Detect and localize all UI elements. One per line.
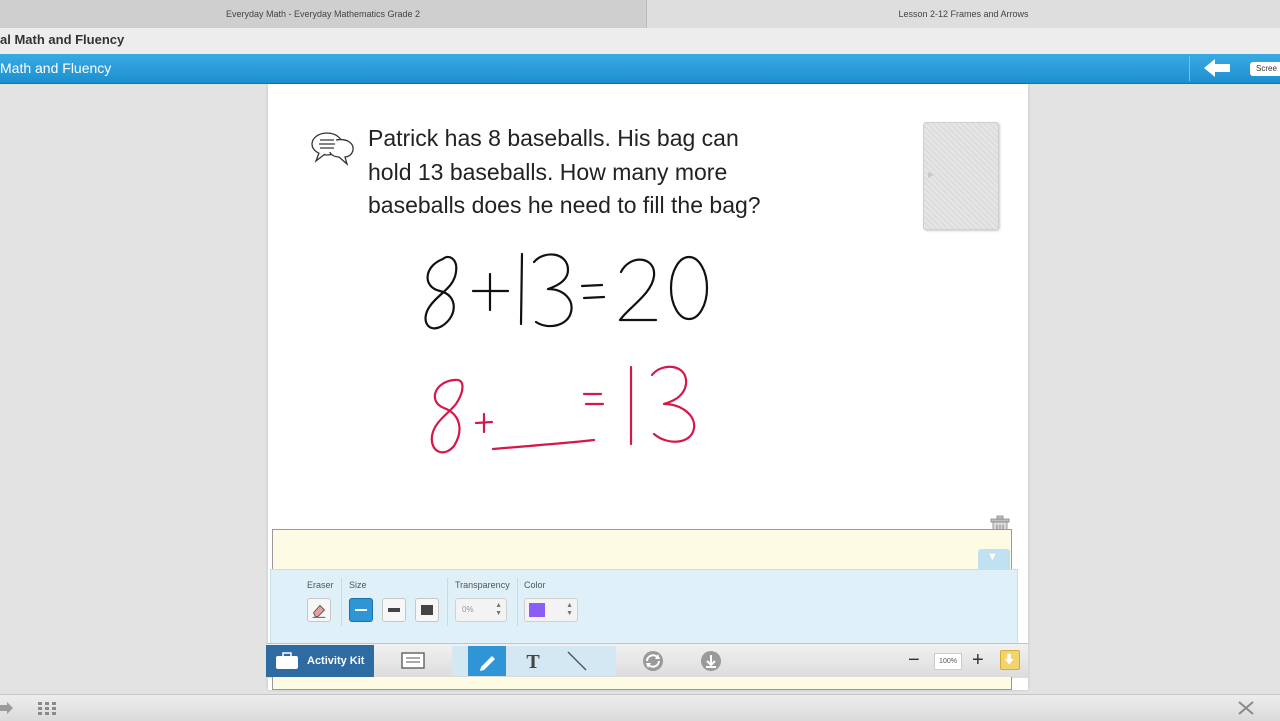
size-large-button[interactable] bbox=[415, 598, 439, 622]
window-title: al Math and Fluency bbox=[0, 32, 125, 47]
thin-line-icon bbox=[355, 609, 367, 611]
chevron-down-icon: ▼ bbox=[987, 551, 998, 563]
line-tool-icon[interactable] bbox=[562, 646, 592, 676]
eraser-icon bbox=[312, 604, 326, 618]
download-arrow-icon bbox=[1004, 653, 1014, 665]
text-tool-icon[interactable]: T bbox=[518, 646, 548, 676]
divider bbox=[447, 578, 448, 626]
activity-kit-button[interactable]: Activity Kit bbox=[266, 645, 374, 677]
pencil-icon bbox=[480, 656, 495, 671]
color-label: Color bbox=[524, 580, 546, 590]
header-title: Math and Fluency bbox=[0, 60, 112, 76]
collapse-toolbar-button[interactable]: ▼ bbox=[978, 549, 1010, 569]
eraser-group: Eraser bbox=[307, 580, 334, 594]
zoom-out-icon[interactable]: − bbox=[908, 649, 920, 671]
ink-drawing-layer[interactable] bbox=[268, 84, 1028, 524]
divider bbox=[517, 578, 518, 626]
pen-tools-panel: Eraser Size Transparency 0% ▲ ▼ Color ▲ ▼ bbox=[270, 569, 1018, 645]
color-swatch bbox=[529, 603, 545, 617]
screen-button[interactable]: Scree bbox=[1250, 62, 1280, 76]
transparency-value: 0% bbox=[462, 605, 474, 614]
download-circle-icon[interactable] bbox=[696, 646, 726, 676]
refresh-icon[interactable] bbox=[638, 646, 668, 676]
briefcase-icon bbox=[276, 652, 298, 669]
size-label: Size bbox=[349, 580, 367, 590]
stepper-arrows-icon: ▲ ▼ bbox=[495, 602, 502, 617]
transparency-select[interactable]: 0% ▲ ▼ bbox=[455, 598, 507, 622]
eraser-label: Eraser bbox=[307, 580, 334, 590]
black-equation-ink bbox=[424, 252, 709, 330]
tools-icon[interactable] bbox=[1236, 700, 1256, 716]
eraser-button[interactable] bbox=[307, 598, 331, 622]
size-group: Size bbox=[349, 580, 367, 594]
app-footer bbox=[0, 694, 1280, 721]
writing-area[interactable] bbox=[272, 529, 1012, 570]
medium-line-icon bbox=[388, 608, 400, 612]
tab-bar: Everyday Math - Everyday Mathematics Gra… bbox=[0, 0, 1280, 29]
writing-area-bottom bbox=[272, 677, 1012, 690]
thick-line-icon bbox=[421, 605, 433, 615]
svg-text:T: T bbox=[526, 651, 540, 673]
color-select[interactable]: ▲ ▼ bbox=[524, 598, 578, 622]
grid-menu-icon[interactable] bbox=[36, 700, 58, 716]
pen-tool-button[interactable] bbox=[468, 646, 506, 676]
app-header-bar: Math and Fluency Scree bbox=[0, 54, 1280, 84]
stepper-arrows-icon: ▲ ▼ bbox=[566, 602, 573, 617]
size-small-button[interactable] bbox=[349, 598, 373, 622]
back-arrow-icon[interactable] bbox=[1200, 57, 1234, 79]
tab-everyday-math[interactable]: Everyday Math - Everyday Mathematics Gra… bbox=[0, 0, 647, 28]
size-medium-button[interactable] bbox=[382, 598, 406, 622]
header-divider bbox=[1189, 56, 1190, 81]
arrow-right-icon[interactable] bbox=[0, 701, 14, 715]
bottom-toolbar: Activity Kit T − 100% + bbox=[266, 643, 1028, 678]
zoom-in-icon[interactable]: + bbox=[972, 649, 984, 671]
notepad-icon[interactable] bbox=[398, 646, 428, 676]
color-group: Color bbox=[524, 580, 546, 594]
zoom-level: 100% bbox=[934, 653, 962, 670]
activity-kit-label: Activity Kit bbox=[307, 655, 365, 667]
divider bbox=[341, 578, 342, 626]
window-title-bar: al Math and Fluency bbox=[0, 28, 1280, 54]
transparency-group: Transparency bbox=[455, 580, 510, 594]
transparency-label: Transparency bbox=[455, 580, 510, 590]
download-button[interactable] bbox=[1000, 650, 1020, 670]
tab-lesson[interactable]: Lesson 2-12 Frames and Arrows bbox=[647, 0, 1280, 28]
red-equation-ink bbox=[430, 365, 696, 454]
